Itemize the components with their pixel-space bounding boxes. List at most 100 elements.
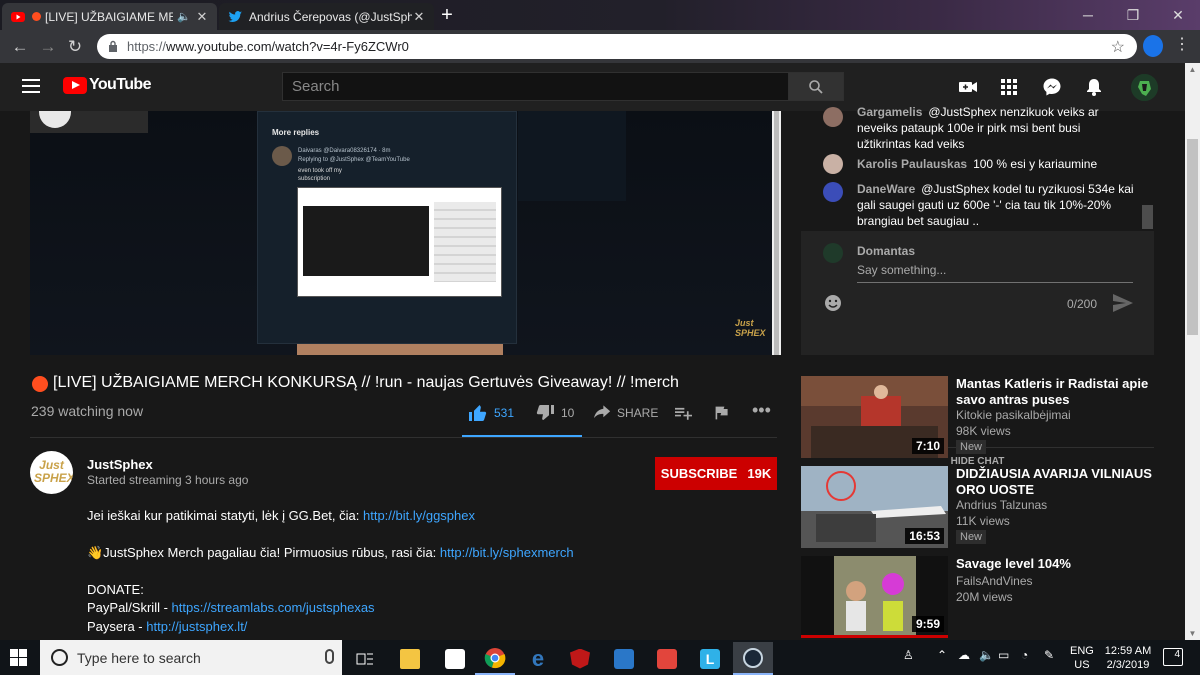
chevron-up-icon[interactable]: ⌃ <box>937 648 947 662</box>
share-button[interactable]: SHARE <box>594 404 658 422</box>
close-icon[interactable]: ✕ <box>412 9 426 25</box>
scroll-down-icon[interactable]: ▼ <box>1185 629 1200 638</box>
avatar <box>823 243 843 263</box>
cloud-icon[interactable]: ☁ <box>958 648 970 662</box>
browser-tab-twitter[interactable]: Andrius Čerepovas (@JustSphex) ✕ <box>219 3 434 30</box>
description-link[interactable]: http://bit.ly/ggsphex <box>363 508 475 523</box>
recommended-title[interactable]: Mantas Katleris ir Radistai apie savo an… <box>956 376 1181 408</box>
player-scrollbar[interactable] <box>772 111 781 355</box>
description-link[interactable]: https://streamlabs.com/justsphexas <box>172 600 375 615</box>
dislike-button[interactable]: 10 <box>535 404 574 422</box>
chrome-icon[interactable] <box>475 642 515 675</box>
chat-scrollbar[interactable] <box>1141 111 1154 231</box>
address-bar[interactable]: https://www.youtube.com/watch?v=4r-Fy6ZC… <box>97 34 1137 59</box>
back-arrow-icon[interactable]: ← <box>9 36 31 58</box>
apps-grid-icon[interactable] <box>998 76 1020 98</box>
webcam-overlay <box>30 111 148 133</box>
recommended-video[interactable]: 7:10 Mantas Katleris ir Radistai apie sa… <box>801 376 1186 458</box>
recommended-views: 11K views <box>956 514 1010 528</box>
steam-icon[interactable] <box>733 642 773 675</box>
description-link[interactable]: http://justsphex.lt/ <box>146 619 247 634</box>
emoji-icon[interactable] <box>823 293 843 313</box>
reload-icon[interactable]: ↻ <box>64 36 86 58</box>
windows-taskbar: Type here to search e L ♙ ⌃ ☁ 🔈 ▭ ◔ ✎ EN… <box>0 640 1200 675</box>
subscribe-button[interactable]: SUBSCRIBE 19K <box>655 457 777 490</box>
report-button[interactable] <box>714 404 736 422</box>
forward-arrow-icon[interactable]: → <box>37 36 59 58</box>
video-thumbnail[interactable]: 16:53 <box>801 466 948 548</box>
tweet-user: Daivaras @Daivara08326174 · 8m <box>298 148 391 154</box>
more-actions-button[interactable]: ••• <box>752 400 771 420</box>
pen-icon[interactable]: ✎ <box>1044 648 1054 662</box>
speaker-muted-icon[interactable]: 🔈 <box>177 10 191 23</box>
video-content-person <box>297 344 503 355</box>
speaker-icon[interactable]: 🔈 <box>979 648 994 662</box>
taskbar-search[interactable]: Type here to search <box>40 640 342 675</box>
messages-icon[interactable] <box>1041 76 1063 98</box>
minimize-button[interactable]: ─ <box>1066 0 1110 30</box>
scrollbar-thumb[interactable] <box>1187 139 1198 335</box>
video-thumbnail[interactable]: 9:59 <box>801 556 948 638</box>
scrollbar-thumb[interactable] <box>774 111 779 355</box>
video-player[interactable]: More replies Daivaras @Daivara08326174 ·… <box>30 111 781 355</box>
new-tab-button[interactable]: + <box>437 5 457 26</box>
video-panel-heading: More replies <box>272 128 320 137</box>
app-icon[interactable] <box>647 642 687 675</box>
lightroom-icon[interactable]: L <box>690 642 730 675</box>
video-camera-icon[interactable] <box>957 76 979 98</box>
thumbs-up-icon <box>469 405 487 421</box>
input-language[interactable]: ENG US <box>1070 644 1094 672</box>
recommended-video[interactable]: 16:53 DIDŽIAUSIA AVARIJA VILNIAUS ORO UO… <box>801 466 1186 548</box>
recommended-title[interactable]: DIDŽIAUSIA AVARIJA VILNIAUS ORO UOSTE <box>956 466 1181 498</box>
video-duration: 9:59 <box>911 616 944 632</box>
video-thumbnail[interactable]: 7:10 <box>801 376 948 458</box>
store-icon[interactable] <box>604 642 644 675</box>
send-icon[interactable] <box>1112 293 1134 313</box>
video-title: [LIVE] UŽBAIGIAME MERCH KONKURSĄ // !run… <box>53 374 679 391</box>
file-explorer-icon[interactable] <box>390 642 430 675</box>
twitter-icon <box>228 10 242 22</box>
edge-icon[interactable]: e <box>518 642 558 675</box>
cortana-icon <box>51 649 68 666</box>
menu-icon[interactable] <box>22 79 40 93</box>
avatar[interactable] <box>1131 74 1158 101</box>
wifi-icon[interactable]: ◔ <box>1021 648 1028 662</box>
chat-avatar <box>823 154 843 174</box>
like-button[interactable]: 531 <box>468 404 514 422</box>
close-icon[interactable]: ✕ <box>195 9 209 25</box>
clock-date: 2/3/2019 <box>1106 659 1150 671</box>
extension-icon[interactable] <box>1143 35 1163 57</box>
notifications-bell-icon[interactable] <box>1083 76 1105 98</box>
task-view-icon[interactable] <box>345 642 385 675</box>
more-vert-icon[interactable]: ⋮ <box>1172 34 1192 54</box>
search-button[interactable] <box>788 72 844 101</box>
channel-name[interactable]: JustSphex <box>87 457 153 472</box>
youtube-logo[interactable]: YouTube <box>63 76 151 94</box>
scroll-up-icon[interactable]: ▲ <box>1185 65 1200 74</box>
recommended-video[interactable]: 9:59 Savage level 104% FailsAndVines 20M… <box>801 556 1186 638</box>
people-icon[interactable]: ♙ <box>903 648 914 662</box>
chat-input[interactable]: Say something... <box>857 263 1133 283</box>
mcafee-icon[interactable] <box>560 642 600 675</box>
description-link[interactable]: http://bit.ly/sphexmerch <box>440 545 574 560</box>
channel-avatar[interactable]: Just SPHEX <box>30 451 73 494</box>
more-horiz-icon: ••• <box>752 400 771 420</box>
taskbar-clock[interactable]: 12:59 AM 2/3/2019 <box>1103 644 1153 672</box>
window-close-button[interactable]: ✕ <box>1156 0 1200 30</box>
dislike-count: 10 <box>561 406 575 420</box>
recommended-title[interactable]: Savage level 104% <box>956 556 1181 572</box>
search-input[interactable]: Search <box>282 72 789 101</box>
browser-tab-youtube[interactable]: [LIVE] UŽBAIGIAME MERC 🔈 ✕ <box>2 3 217 30</box>
bookmark-star-icon[interactable]: ☆ <box>1111 37 1125 57</box>
maximize-button[interactable]: ❐ <box>1111 0 1155 30</box>
chat-author: Gargamelis <box>857 105 923 119</box>
page-scrollbar[interactable]: ▲ ▼ <box>1185 63 1200 640</box>
action-center-icon[interactable]: 4 <box>1163 648 1183 666</box>
mail-icon[interactable] <box>435 642 475 675</box>
microphone-icon[interactable] <box>325 649 334 664</box>
battery-icon[interactable]: ▭ <box>998 648 1009 662</box>
add-to-playlist-button[interactable] <box>675 404 698 422</box>
share-label: SHARE <box>617 406 659 420</box>
windows-start-icon[interactable] <box>10 649 27 666</box>
scrollbar-thumb[interactable] <box>1142 205 1153 229</box>
